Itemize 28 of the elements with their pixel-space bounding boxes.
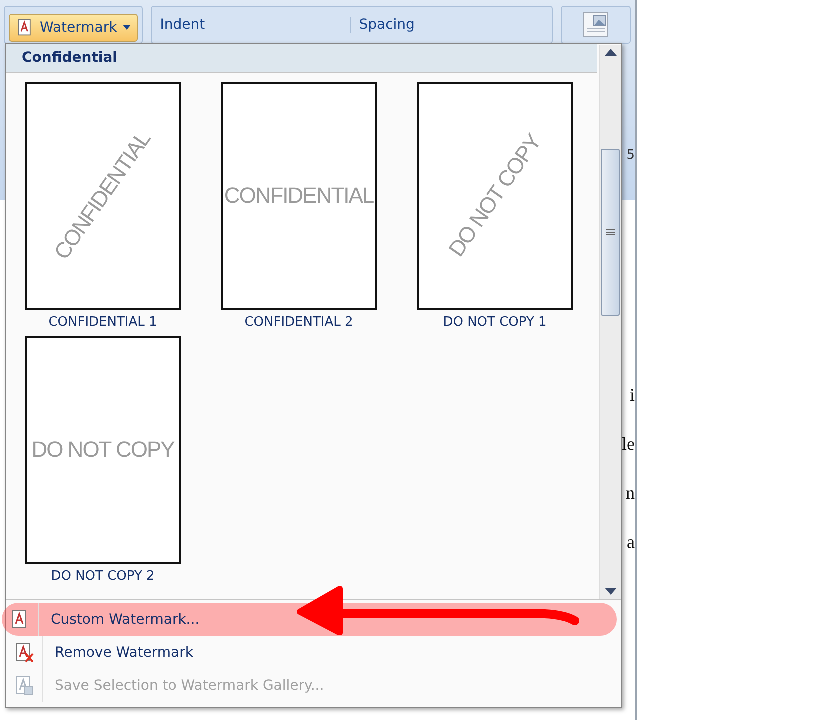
- document-text: a: [627, 532, 635, 553]
- scrollbar[interactable]: [599, 45, 621, 599]
- group-label: Spacing: [350, 17, 530, 33]
- document-text: i: [630, 385, 635, 406]
- watermark-button[interactable]: Watermark: [9, 14, 138, 42]
- preview-caption: CONFIDENTIAL 2: [244, 315, 354, 330]
- remove-watermark-icon: [14, 642, 34, 662]
- document-text: le: [622, 434, 635, 455]
- menu-item[interactable]: Remove Watermark: [6, 636, 621, 669]
- preview-caption: CONFIDENTIAL 1: [48, 315, 158, 330]
- preview-caption: DO NOT COPY 2: [51, 569, 155, 584]
- save-watermark-icon: [14, 676, 34, 696]
- dropdown-caret-icon: [123, 25, 132, 30]
- document-text: n: [626, 483, 635, 504]
- scroll-up-icon[interactable]: [604, 49, 616, 56]
- group-label: Indent: [160, 17, 206, 33]
- grip-icon: [606, 228, 615, 236]
- scroll-down-icon[interactable]: [604, 588, 616, 595]
- watermark-preview[interactable]: DO NOT COPY: [25, 336, 181, 564]
- watermark-text: DO NOT COPY: [32, 437, 174, 463]
- watermark-preview[interactable]: CONFIDENTIAL: [221, 82, 377, 310]
- menu-item[interactable]: Custom Watermark...: [2, 603, 617, 636]
- picture-icon[interactable]: [583, 12, 610, 38]
- section-title: Confidential: [6, 44, 597, 73]
- watermark-text: CONFIDENTIAL: [224, 183, 374, 209]
- preview-caption: DO NOT COPY 1: [443, 315, 547, 330]
- ribbon-text: 5: [626, 148, 635, 163]
- watermark-icon: [16, 18, 34, 38]
